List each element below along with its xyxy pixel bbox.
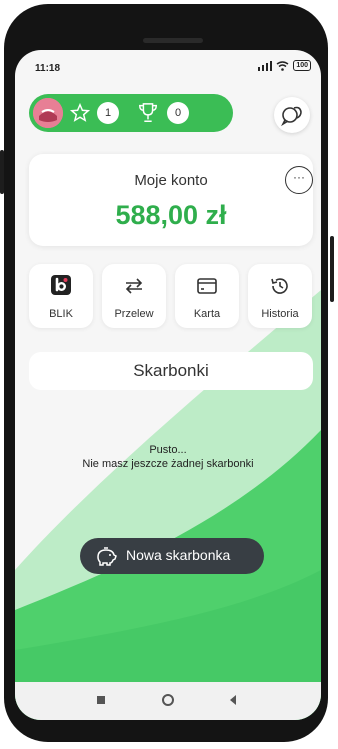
action-blik[interactable]: BLIK: [29, 264, 93, 328]
assistant-button[interactable]: [274, 97, 310, 133]
account-balance: 588,00 zł: [115, 200, 227, 230]
power-button: [330, 236, 334, 302]
clock: 11:18: [35, 63, 61, 74]
history-icon: [271, 278, 288, 294]
trophy-icon: [139, 103, 157, 122]
android-nav-bar: [15, 682, 321, 720]
battery-icon: 100: [293, 60, 311, 71]
avatar[interactable]: [33, 98, 63, 128]
speaker-grille: [143, 38, 203, 43]
rewards-pill[interactable]: 1 0: [29, 94, 233, 132]
account-card[interactable]: Moje konto 588,00 zł ···: [29, 154, 313, 246]
home-icon[interactable]: [161, 694, 175, 708]
app-screen: 11:18 100 1 0 Moje konto 588,00 zł ··· B…: [15, 50, 321, 720]
action-karta[interactable]: Karta: [175, 264, 239, 328]
recent-apps-icon[interactable]: [95, 694, 107, 706]
action-label: Historia: [261, 308, 299, 320]
action-historia[interactable]: Historia: [248, 264, 312, 328]
action-label: Przelew: [114, 308, 154, 320]
avatar-image: [33, 98, 63, 128]
empty-state-title: Pusto...: [149, 444, 187, 456]
action-przelew[interactable]: Przelew: [102, 264, 166, 328]
empty-state-message: Nie masz jeszcze żadnej skarbonki: [82, 458, 254, 470]
status-bar: 11:18 100: [15, 60, 321, 78]
transfer-icon: [125, 278, 143, 294]
stars-count: 1: [97, 102, 119, 124]
account-title: Moje konto: [134, 172, 208, 189]
wifi-icon: [276, 60, 289, 71]
more-options-icon[interactable]: ···: [285, 166, 313, 194]
savings-header: Skarbonki: [29, 352, 313, 390]
new-savings-label: Nowa skarbonka: [126, 547, 231, 563]
action-label: BLIK: [49, 308, 73, 320]
piggy-bank-icon: [97, 547, 117, 566]
star-icon: [69, 102, 91, 122]
card-icon: [197, 278, 217, 294]
volume-button: [0, 150, 4, 194]
back-icon[interactable]: [227, 694, 239, 706]
blik-icon: [51, 275, 71, 295]
signal-icon: [258, 60, 273, 71]
chat-bubbles-icon: [281, 106, 302, 127]
new-savings-button[interactable]: Nowa skarbonka: [80, 538, 264, 574]
trophies-count: 0: [167, 102, 189, 124]
action-label: Karta: [193, 308, 221, 320]
